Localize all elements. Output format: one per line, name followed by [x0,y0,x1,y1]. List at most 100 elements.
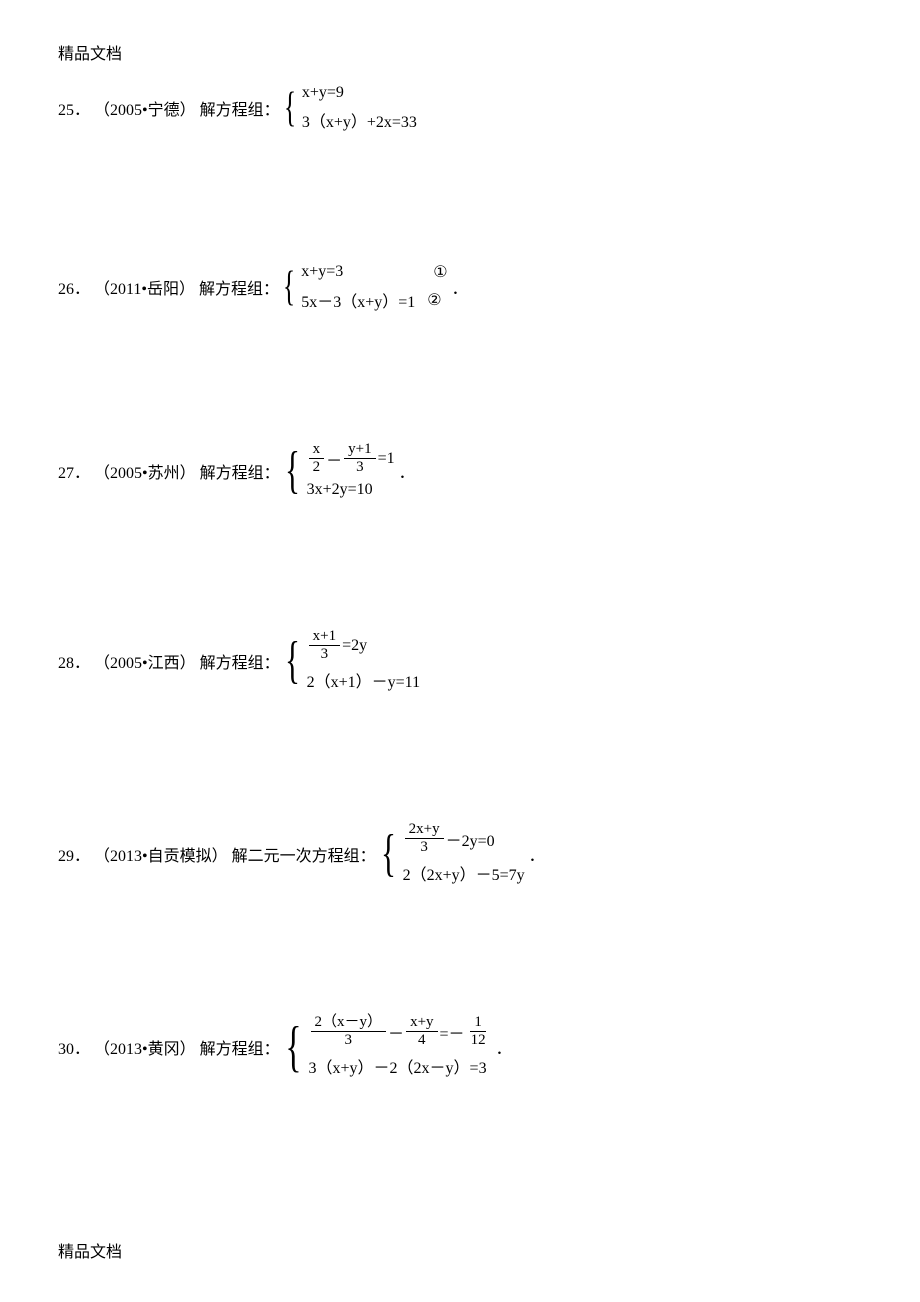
problem-source: （2005•苏州） [94,465,196,482]
equation-2: 3（x+y）－2（2x－y）=3 [309,1054,492,1078]
equations-group: 2（x－y） 3 － x+y 4 =－ 1 12 3（x+y）－2（2x－y）=… [309,1015,492,1078]
footer-text: 精品文档 [58,1238,122,1262]
dot: ． [74,1041,90,1058]
left-brace-icon: { [381,828,396,880]
dot: ． [74,655,90,672]
problem-number: 28 [58,655,74,672]
equations-group: x+y=3 ① 5x－3（x+y）=1 ② [301,262,447,312]
denominator: 3 [416,839,432,855]
problem-number: 26 [58,281,74,298]
problem-25: 25． （2005•宁德） 解方程组： { x+y=9 3（x+y）+2x=33 [58,84,862,132]
eq-text: 5x－3（x+y）=1 [301,288,415,312]
equation-system: { x+1 3 =2y 2（x+1）－y=11 [280,629,420,692]
fraction: x+y 4 [406,1015,437,1048]
denominator: 12 [467,1032,490,1048]
equation-2: 3x+2y=10 [307,481,395,499]
equations-group: 2x+y 3 －2y=0 2（2x+y）－5=7y [403,822,525,885]
left-brace-icon: { [283,266,295,308]
problem-prompt: 解二元一次方程组： [232,848,376,865]
eq-text: =1 [378,450,395,468]
eq-text: － [388,1020,404,1044]
problem-label: 30． （2013•黄冈） 解方程组： [58,1035,280,1059]
equations-group: x+1 3 =2y 2（x+1）－y=11 [307,629,420,692]
problem-number: 29 [58,848,74,865]
denominator: 4 [414,1032,430,1048]
problem-label: 25． （2005•宁德） 解方程组： [58,96,280,120]
problem-label: 26． （2011•岳阳） 解方程组： [58,275,279,299]
equation-system: { x+y=9 3（x+y）+2x=33 [280,84,417,132]
problem-28: 28． （2005•江西） 解方程组： { x+1 3 =2y 2（x+1）－y… [58,629,862,692]
problem-number: 25 [58,102,74,119]
problem-30: 30． （2013•黄冈） 解方程组： { 2（x－y） 3 － x+y 4 =… [58,1015,862,1078]
problem-prompt: 解方程组： [200,465,280,482]
problem-prompt: 解方程组： [199,281,279,298]
problem-29: 29． （2013•自贡模拟） 解二元一次方程组： { 2x+y 3 －2y=0… [58,822,862,885]
numerator: 1 [470,1015,486,1032]
problem-label: 27． （2005•苏州） 解方程组： [58,459,280,483]
denominator: 2 [309,459,325,475]
problem-source: （2013•自贡模拟） [94,848,228,865]
suffix: ． [452,275,468,299]
equation-2: 2（2x+y）－5=7y [403,861,525,885]
fraction: x+1 3 [309,629,340,662]
problem-source: （2013•黄冈） [94,1041,196,1058]
problem-source: （2005•宁德） [94,102,196,119]
equation-system: { 2x+y 3 －2y=0 2（2x+y）－5=7y [376,822,525,885]
equation-1: 2x+y 3 －2y=0 [403,822,525,855]
problem-source: （2011•岳阳） [94,281,195,298]
fraction: y+1 3 [344,442,375,475]
equation-1: x+y=3 ① [301,262,447,282]
numerator: y+1 [344,442,375,459]
equation-2: 3（x+y）+2x=33 [302,108,417,132]
equation-system: { 2（x－y） 3 － x+y 4 =－ 1 12 3（x+y）－2（2x－y… [280,1015,492,1078]
left-brace-icon: { [284,87,296,129]
dot: ． [74,281,90,298]
numerator: 2（x－y） [311,1015,387,1032]
header-text: 精品文档 [58,40,862,64]
numerator: 2x+y [405,822,444,839]
denominator: 3 [352,459,368,475]
problem-prompt: 解方程组： [200,1041,280,1058]
problem-prompt: 解方程组： [200,102,280,119]
fraction: x 2 [309,442,325,475]
problem-27: 27． （2005•苏州） 解方程组： { x 2 － y+1 3 =1 3x+… [58,442,862,499]
equation-2: 5x－3（x+y）=1 ② [301,288,447,312]
equation-1: x+1 3 =2y [307,629,420,662]
numerator: x [309,442,325,459]
problem-number: 27 [58,465,74,482]
fraction: 2（x－y） 3 [311,1015,387,1048]
left-brace-icon: { [285,1019,301,1075]
problem-prompt: 解方程组： [200,655,280,672]
left-brace-icon: { [285,445,300,497]
equation-2: 2（x+1）－y=11 [307,668,420,692]
equation-system: { x 2 － y+1 3 =1 3x+2y=10 [280,442,395,499]
dot: ． [74,102,90,119]
equations-group: x 2 － y+1 3 =1 3x+2y=10 [307,442,395,499]
eq-text: － [326,447,342,471]
fraction: 1 12 [467,1015,490,1048]
equation-system: { x+y=3 ① 5x－3（x+y）=1 ② [279,262,448,312]
eq-text: =2y [342,637,367,655]
dot: ． [74,465,90,482]
circle-marker: ① [433,262,447,282]
equation-1: x 2 － y+1 3 =1 [307,442,395,475]
equation-1: x+y=9 [302,84,417,102]
problem-label: 28． （2005•江西） 解方程组： [58,649,280,673]
circle-marker: ② [427,290,441,310]
numerator: x+1 [309,629,340,646]
left-brace-icon: { [285,635,300,687]
eq-text: =－ [440,1020,465,1044]
fraction: 2x+y 3 [405,822,444,855]
problem-number: 30 [58,1041,74,1058]
equation-1: 2（x－y） 3 － x+y 4 =－ 1 12 [309,1015,492,1048]
dot: ． [74,848,90,865]
eq-text: －2y=0 [446,827,495,851]
problem-label: 29． （2013•自贡模拟） 解二元一次方程组： [58,842,376,866]
denominator: 3 [317,646,333,662]
suffix: ． [529,842,545,866]
denominator: 3 [341,1032,357,1048]
eq-text: x+y=3 [301,263,343,281]
problem-source: （2005•江西） [94,655,196,672]
numerator: x+y [406,1015,437,1032]
problem-26: 26． （2011•岳阳） 解方程组： { x+y=3 ① 5x－3（x+y）=… [58,262,862,312]
